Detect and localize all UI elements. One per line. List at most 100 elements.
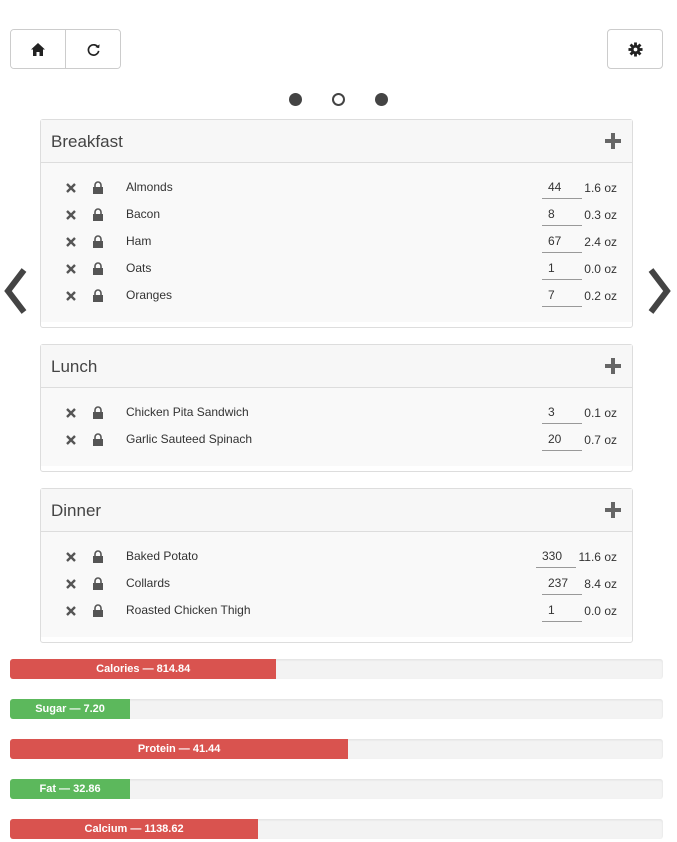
meal-panel-dinner: Dinner Baked Potato 330 11.6 oz Collards… xyxy=(40,488,633,643)
meal-title: Lunch xyxy=(51,357,98,376)
remove-icon[interactable] xyxy=(65,434,77,446)
refresh-button[interactable] xyxy=(65,30,120,68)
food-row: Ham 67 2.4 oz xyxy=(41,231,632,258)
calories-progress-bar: Calories — 814.84 xyxy=(10,659,663,679)
food-row: Garlic Sauteed Spinach 20 0.7 oz xyxy=(41,429,632,456)
quantity-input[interactable]: 67 xyxy=(542,231,582,253)
nutrient-label: Sugar — 7.20 xyxy=(35,703,105,715)
food-weight: 0.0 oz xyxy=(584,262,617,276)
nutrient-label: Fat — 32.86 xyxy=(39,783,101,795)
pager-dot-2-active[interactable] xyxy=(332,93,345,106)
home-icon xyxy=(31,42,45,56)
food-weight: 0.0 oz xyxy=(584,604,617,618)
remove-icon[interactable] xyxy=(65,290,77,302)
food-row: Almonds 44 1.6 oz xyxy=(41,177,632,204)
pager-dot-1[interactable] xyxy=(289,93,302,106)
food-name: Almonds xyxy=(126,180,173,194)
food-weight: 0.3 oz xyxy=(584,208,617,222)
food-name: Baked Potato xyxy=(126,549,199,563)
quantity-input[interactable]: 1 xyxy=(542,258,582,280)
remove-icon[interactable] xyxy=(65,236,77,248)
quantity-input[interactable]: 3 xyxy=(542,402,582,424)
fat-progress-bar: Fat — 32.86 xyxy=(10,779,663,799)
remove-icon[interactable] xyxy=(65,551,77,563)
nutrient-fill: Protein — 41.44 xyxy=(10,739,349,759)
quantity-input[interactable]: 7 xyxy=(542,285,582,307)
meal-panel-header: Breakfast xyxy=(41,120,632,163)
sugar-progress-bar: Sugar — 7.20 xyxy=(10,699,663,719)
food-row: Oranges 7 0.2 oz xyxy=(41,285,632,312)
meal-title: Dinner xyxy=(51,501,102,520)
food-name: Ham xyxy=(126,234,152,248)
meal-title: Breakfast xyxy=(51,132,123,151)
add-food-icon[interactable] xyxy=(605,358,621,374)
nutrient-label: Calories — 814.84 xyxy=(96,663,191,675)
lock-icon[interactable] xyxy=(92,604,104,617)
meal-items: Almonds 44 1.6 oz Bacon 8 0.3 oz Ham 67 … xyxy=(41,163,632,322)
food-row: Roasted Chicken Thigh 1 0.0 oz xyxy=(41,600,632,627)
quantity-input[interactable]: 237 xyxy=(542,573,582,595)
remove-icon[interactable] xyxy=(65,182,77,194)
lock-icon[interactable] xyxy=(92,289,104,302)
pager-dots xyxy=(0,93,677,106)
nutrient-label: Calcium — 1138.62 xyxy=(84,823,184,835)
lock-icon[interactable] xyxy=(92,550,104,563)
quantity-input[interactable]: 330 xyxy=(536,546,576,568)
add-food-icon[interactable] xyxy=(605,133,621,149)
nutrient-fill: Fat — 32.86 xyxy=(10,779,131,799)
food-weight: 0.2 oz xyxy=(584,289,617,303)
lock-icon[interactable] xyxy=(92,262,104,275)
calcium-progress-bar: Calcium — 1138.62 xyxy=(10,819,663,839)
lock-icon[interactable] xyxy=(92,235,104,248)
lock-icon[interactable] xyxy=(92,181,104,194)
food-name: Oats xyxy=(126,261,152,275)
meal-panel-header: Lunch xyxy=(41,345,632,388)
food-row: Oats 1 0.0 oz xyxy=(41,258,632,285)
meal-panel-lunch: Lunch Chicken Pita Sandwich 3 0.1 oz Gar… xyxy=(40,344,633,472)
remove-icon[interactable] xyxy=(65,407,77,419)
meal-items: Baked Potato 330 11.6 oz Collards 237 8.… xyxy=(41,532,632,637)
food-row: Collards 237 8.4 oz xyxy=(41,573,632,600)
nutrient-label: Protein — 41.44 xyxy=(137,743,221,755)
food-name: Collards xyxy=(126,576,171,590)
quantity-input[interactable]: 8 xyxy=(542,204,582,226)
food-weight: 2.4 oz xyxy=(584,235,617,249)
remove-icon[interactable] xyxy=(65,263,77,275)
remove-icon[interactable] xyxy=(65,605,77,617)
refresh-icon xyxy=(87,43,100,56)
chevron-right-icon[interactable] xyxy=(645,266,675,316)
nutrient-fill: Calories — 814.84 xyxy=(10,659,277,679)
food-weight: 0.7 oz xyxy=(584,433,617,447)
settings-button[interactable] xyxy=(607,29,663,69)
lock-icon[interactable] xyxy=(92,577,104,590)
toolbar-left-group xyxy=(10,29,121,69)
food-name: Bacon xyxy=(126,207,161,221)
quantity-input[interactable]: 44 xyxy=(542,177,582,199)
remove-icon[interactable] xyxy=(65,209,77,221)
quantity-input[interactable]: 1 xyxy=(542,600,582,622)
meal-items: Chicken Pita Sandwich 3 0.1 oz Garlic Sa… xyxy=(41,388,632,466)
add-food-icon[interactable] xyxy=(605,502,621,518)
food-row: Bacon 8 0.3 oz xyxy=(41,204,632,231)
nutrient-fill: Sugar — 7.20 xyxy=(10,699,131,719)
remove-icon[interactable] xyxy=(65,578,77,590)
chevron-left-icon[interactable] xyxy=(0,266,30,316)
protein-progress-bar: Protein — 41.44 xyxy=(10,739,663,759)
pager-dot-3[interactable] xyxy=(375,93,388,106)
quantity-input[interactable]: 20 xyxy=(542,429,582,451)
food-row: Baked Potato 330 11.6 oz xyxy=(41,546,632,573)
food-name: Roasted Chicken Thigh xyxy=(126,603,251,617)
meal-panel-header: Dinner xyxy=(41,489,632,532)
food-weight: 8.4 oz xyxy=(584,577,617,591)
food-row: Chicken Pita Sandwich 3 0.1 oz xyxy=(41,402,632,429)
meal-panel-breakfast: Breakfast Almonds 44 1.6 oz Bacon 8 0.3 … xyxy=(40,119,633,328)
food-weight: 11.6 oz xyxy=(578,550,617,564)
gear-icon xyxy=(627,41,643,57)
food-name: Chicken Pita Sandwich xyxy=(126,405,249,419)
home-button[interactable] xyxy=(11,30,65,68)
lock-icon[interactable] xyxy=(92,406,104,419)
lock-icon[interactable] xyxy=(92,208,104,221)
nutrient-fill: Calcium — 1138.62 xyxy=(10,819,259,839)
lock-icon[interactable] xyxy=(92,433,104,446)
food-weight: 1.6 oz xyxy=(584,181,617,195)
